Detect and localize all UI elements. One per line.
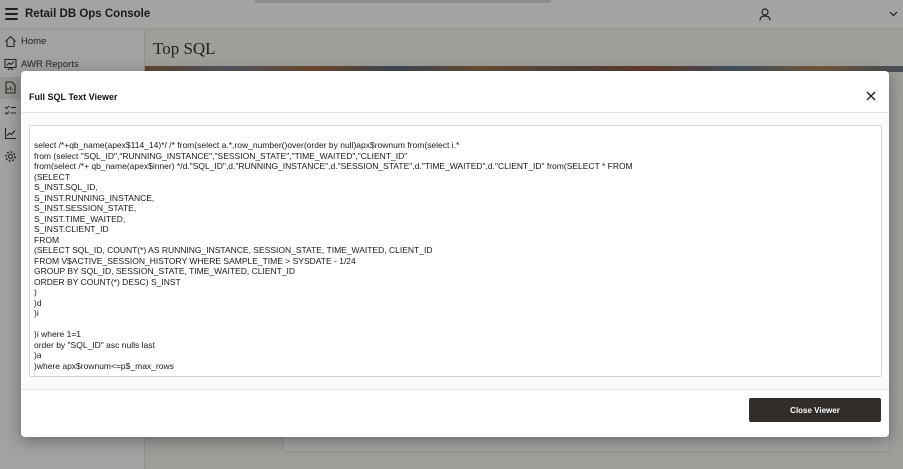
dialog-footer: Close Viewer	[21, 389, 889, 437]
sql-text-line: (SELECT	[34, 171, 70, 182]
sql-text-line: select /*+qb_name(apex$114_14)*/ /* from…	[34, 140, 460, 150]
sql-text-line: S_INST.CLIENT_ID	[34, 224, 109, 234]
sql-text-line: )i	[34, 308, 39, 318]
sql-text-line: S_INST.TIME_WAITED,	[34, 213, 126, 224]
sql-text-line: S_INST.RUNNING_INSTANCE,	[34, 192, 155, 203]
sql-text-dialog: Full SQL Text Viewer select /*+qb_name(a…	[21, 71, 889, 437]
dialog-body: select /*+qb_name(apex$114_14)*/ /* from…	[21, 113, 889, 389]
sql-text-line: )i where 1=1	[34, 329, 82, 339]
sql-text-line	[34, 319, 881, 330]
dialog-header: Full SQL Text Viewer	[21, 71, 889, 113]
sql-text-line: order by "SQL_ID" asc nulls last	[34, 339, 155, 350]
sql-text-line: )where apx$rownum<=p$_max_rows	[34, 360, 174, 371]
sql-text-line: )a	[34, 350, 42, 360]
sql-text-line: from (select "SQL_ID","RUNNING_INSTANCE"…	[34, 150, 408, 161]
sql-text-line: S_INST.SESSION_STATE,	[34, 203, 137, 213]
dialog-title: Full SQL Text Viewer	[29, 92, 118, 102]
sql-text-line: FROM	[34, 234, 60, 245]
sql-text-line: )d	[34, 297, 42, 308]
sql-text-line: S_INST.SQL_ID,	[34, 182, 98, 192]
close-viewer-button[interactable]: Close Viewer	[749, 398, 881, 422]
close-icon[interactable]	[864, 89, 878, 103]
sql-text-line: )	[34, 287, 37, 297]
sql-text-line: FROM V$ACTIVE_SESSION_HISTORY WHERE SAMP…	[34, 255, 356, 266]
sql-text-line: ORDER BY COUNT(*) DESC) S_INST	[34, 276, 181, 287]
sql-text-line: from(select /*+ qb_name(apex$inner) */d.…	[34, 161, 633, 171]
sql-text-line: GROUP BY SQL_ID, SESSION_STATE, TIME_WAI…	[34, 266, 296, 276]
sql-text-line: (SELECT SQL_ID, COUNT(*) AS RUNNING_INST…	[34, 245, 433, 255]
sql-text-area[interactable]: select /*+qb_name(apex$114_14)*/ /* from…	[29, 125, 882, 377]
